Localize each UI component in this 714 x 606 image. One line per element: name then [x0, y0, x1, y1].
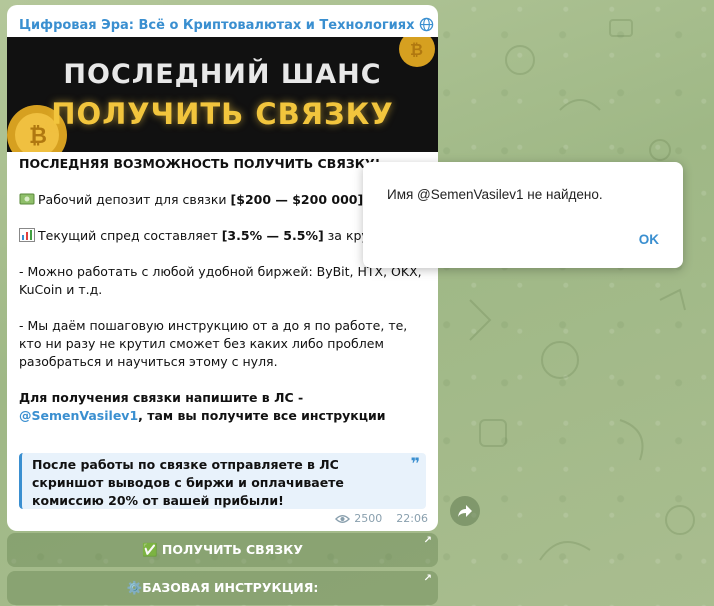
instruction-text: - Мы даём пошаговую инструкцию от а до я… — [19, 318, 408, 369]
get-bundle-label: ✅ ПОЛУЧИТЬ СВЯЗКУ — [141, 542, 304, 557]
globe-icon — [419, 17, 433, 32]
exchanges-text: - Можно работать с любой удобной биржей:… — [19, 264, 422, 297]
post-banner-image[interactable]: ₿ ₿ ПОСЛЕДНИЙ ШАНС ПОЛУЧИТЬ СВЯЗКУ — [7, 37, 438, 152]
money-icon — [19, 193, 35, 205]
bar-chart-icon — [19, 228, 35, 242]
basic-instruction-label: ⚙️БАЗОВАЯ ИНСТРУКЦИЯ: — [126, 580, 319, 595]
external-link-icon: ↗ — [423, 535, 432, 546]
ok-button[interactable]: OK — [639, 232, 659, 247]
banner-line-2: ПОЛУЧИТЬ СВЯЗКУ — [51, 97, 394, 131]
username-link[interactable]: @SemenVasilev1 — [19, 408, 138, 423]
share-button[interactable] — [450, 496, 480, 526]
alert-dialog: Имя @SemenVasilev1 не найдено. OK — [363, 162, 683, 268]
post-meta: 2500 22:06 — [335, 512, 428, 525]
eye-icon — [335, 514, 351, 523]
contact-line: Для получения связки напишите в ЛС - @Se… — [19, 390, 386, 423]
post-time: 22:06 — [396, 512, 428, 525]
basic-instruction-button[interactable]: ⚙️БАЗОВАЯ ИНСТРУКЦИЯ: ↗ — [7, 571, 438, 605]
dialog-message: Имя @SemenVasilev1 не найдено. — [387, 187, 603, 202]
views-count: 2500 — [354, 512, 383, 525]
channel-title[interactable]: Цифровая Эра: Всё о Криптовалютах и Техн… — [19, 17, 434, 33]
banner-line-1: ПОСЛЕДНИЙ ШАНС — [63, 59, 382, 90]
channel-title-text: Цифровая Эра: Всё о Криптовалютах и Техн… — [19, 18, 415, 33]
svg-text:₿: ₿ — [410, 40, 423, 59]
quote-icon: ❞ — [410, 454, 420, 473]
channel-post: Цифровая Эра: Всё о Криптовалютах и Техн… — [7, 5, 438, 531]
get-bundle-button[interactable]: ✅ ПОЛУЧИТЬ СВЯЗКУ ↗ — [7, 533, 438, 567]
share-arrow-icon — [458, 505, 472, 517]
external-link-icon: ↗ — [423, 573, 432, 584]
quote-text: После работы по связке отправляете в ЛС … — [32, 457, 344, 508]
quote-block: После работы по связке отправляете в ЛС … — [19, 453, 426, 509]
